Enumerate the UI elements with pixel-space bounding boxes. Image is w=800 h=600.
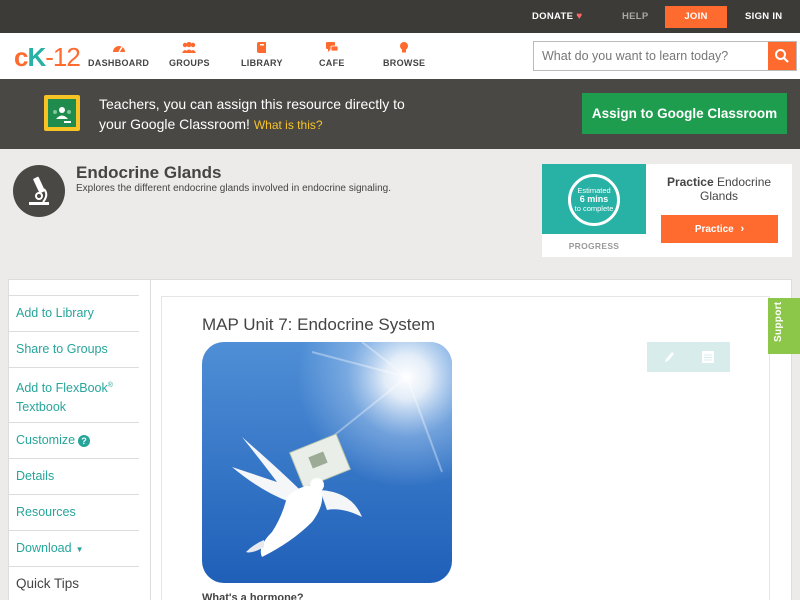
lightbulb-icon [400, 42, 409, 53]
sidebar-item-details[interactable]: Details [8, 458, 139, 494]
search-box [533, 41, 797, 71]
nav-browse[interactable]: BROWSE [383, 41, 425, 68]
document-title: MAP Unit 7: Endocrine System [202, 315, 436, 334]
sidebar-item-share-to-groups[interactable]: Share to Groups [8, 331, 139, 367]
practice-button[interactable]: Practice › [661, 215, 778, 243]
assign-to-google-classroom-button[interactable]: Assign to Google Classroom [582, 93, 787, 134]
what-is-this-link[interactable]: What is this? [254, 118, 323, 132]
to-complete-label: to complete [574, 204, 614, 213]
document-tools [647, 342, 730, 372]
sidebar-item-download[interactable]: Download ▼ [8, 530, 139, 566]
nav-library[interactable]: LIBRARY [241, 41, 283, 68]
add-flexbook-label: Add to FlexBook [16, 381, 108, 396]
banner-message: Teachers, you can assign this resource d… [99, 94, 539, 135]
logo-12: -12 [45, 42, 81, 72]
sidebar-item-customize[interactable]: Customize? [8, 422, 139, 458]
sign-in-link[interactable]: SIGN IN [745, 0, 782, 33]
chevron-right-icon: › [740, 223, 745, 235]
nav-groups[interactable]: GROUPS [169, 41, 210, 68]
nav-browse-label: BROWSE [383, 58, 426, 68]
textbook-label: Textbook [16, 400, 67, 415]
logo-k: K [27, 42, 46, 72]
progress-label: PROGRESS [568, 241, 620, 251]
estimated-time-badge: Estimated 6 mins to complete [568, 174, 620, 226]
logo-c: c [14, 42, 29, 72]
nav-cafe-label: CAFE [319, 58, 345, 68]
practice-title: Practice Endocrine Glands [654, 175, 784, 203]
pencil-icon[interactable] [661, 349, 677, 365]
practice-word: Practice [666, 175, 714, 189]
ck12-logo[interactable]: cK-12 [14, 42, 81, 73]
support-label: Support [773, 301, 784, 342]
progress-image: Estimated 6 mins to complete [542, 164, 646, 234]
section-heading: What's a hormone? [202, 592, 304, 600]
notes-icon[interactable] [700, 349, 716, 365]
practice-card: Estimated 6 mins to complete PROGRESS Pr… [542, 164, 792, 257]
groups-icon [182, 41, 197, 53]
sidebar-item-add-to-library[interactable]: Add to Library [8, 295, 139, 331]
nav-groups-label: GROUPS [169, 58, 210, 68]
sidebar-item-resources[interactable]: Resources [8, 494, 139, 530]
nav-dashboard-label: DASHBOARD [88, 58, 150, 68]
help-icon[interactable]: ? [78, 434, 91, 447]
dashboard-icon [112, 46, 125, 53]
join-button[interactable]: JOIN [665, 6, 727, 28]
customize-label: Customize [16, 433, 76, 447]
nav-library-label: LIBRARY [241, 58, 283, 68]
nav-dashboard[interactable]: DASHBOARD [88, 41, 149, 68]
nav-cafe[interactable]: CAFE [319, 41, 345, 68]
dove-sky-image [202, 342, 452, 583]
download-label: Download [16, 541, 72, 555]
search-button[interactable] [768, 42, 796, 70]
main-nav: cK-12 DASHBOARD GROUPS LIBRARY CAFE BROW… [0, 33, 800, 79]
donate-link[interactable]: DONATE ♥ [532, 0, 582, 33]
registered-mark: ® [107, 382, 113, 389]
google-classroom-banner: Teachers, you can assign this resource d… [0, 79, 800, 149]
heart-icon: ♥ [576, 11, 583, 22]
estimated-minutes: 6 mins [579, 194, 609, 204]
banner-line-1: Teachers, you can assign this resource d… [99, 96, 405, 112]
sidebar-item-add-to-flexbook[interactable]: Add to FlexBook® Textbook [8, 367, 139, 422]
help-link[interactable]: HELP [622, 0, 649, 33]
sidebar-item-quick-tips[interactable]: Quick Tips [8, 566, 139, 600]
search-input[interactable] [534, 42, 768, 70]
concept-title: Endocrine Glands [76, 163, 222, 182]
top-utility-bar: DONATE ♥ HELP JOIN SIGN IN [0, 0, 800, 33]
banner-line-2: your Google Classroom! [99, 116, 250, 132]
google-classroom-icon [44, 95, 80, 131]
sidebar-divider [150, 279, 151, 600]
cafe-icon [325, 42, 339, 52]
library-icon [256, 42, 266, 53]
search-icon [775, 49, 789, 63]
support-tab[interactable]: Support [768, 298, 800, 354]
concept-description: Explores the different endocrine glands … [76, 183, 392, 194]
practice-button-label: Practice [694, 224, 734, 235]
donate-label: DONATE [532, 11, 574, 22]
caret-down-icon: ▼ [75, 545, 84, 554]
sidebar: Add to Library Share to Groups Add to Fl… [8, 295, 139, 600]
microscope-icon [13, 165, 65, 217]
